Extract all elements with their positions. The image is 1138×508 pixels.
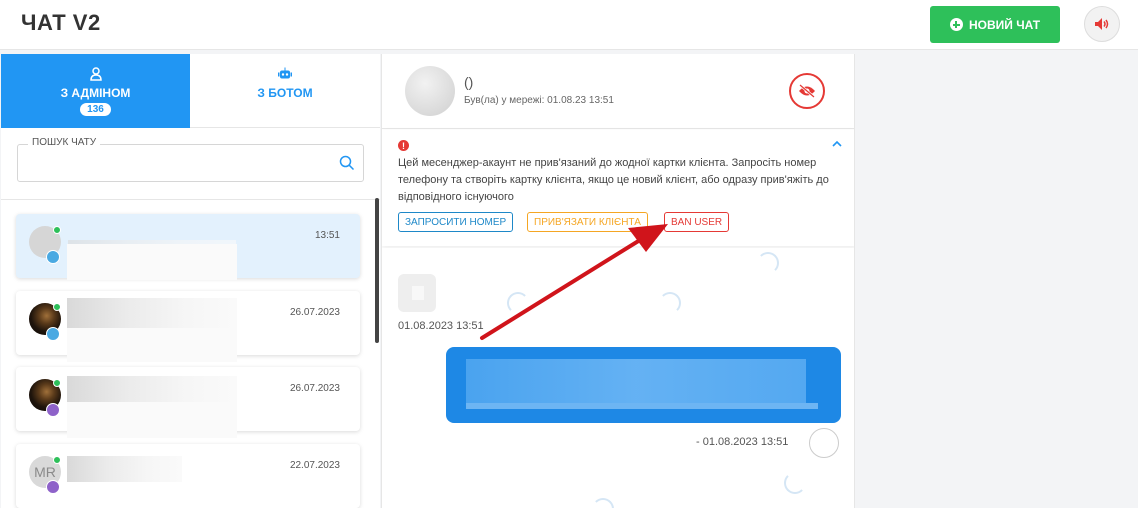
chevron-up-icon[interactable] bbox=[832, 140, 842, 147]
redacted-attachment bbox=[412, 286, 424, 300]
sound-toggle-button[interactable] bbox=[1084, 6, 1120, 42]
redacted-name bbox=[67, 298, 237, 328]
online-indicator bbox=[53, 456, 61, 464]
search-icon[interactable] bbox=[339, 155, 355, 171]
plus-circle-icon bbox=[949, 18, 963, 31]
tab-with-bot[interactable]: З БОТОМ bbox=[190, 54, 380, 128]
telegram-icon bbox=[46, 327, 60, 341]
exclamation-icon: ! bbox=[398, 140, 409, 151]
contact-last-seen: Був(ла) у мережі: 01.08.23 13:51 bbox=[464, 95, 614, 106]
viber-icon bbox=[46, 403, 60, 417]
background-decoration bbox=[784, 472, 806, 494]
sender-avatar bbox=[809, 428, 839, 458]
page-title: ЧАТ V2 bbox=[21, 10, 101, 35]
speaker-icon bbox=[1095, 18, 1109, 30]
redacted-name bbox=[67, 376, 237, 402]
background-decoration bbox=[659, 292, 681, 314]
tab-with-admin-label: З АДМІНОМ bbox=[60, 85, 131, 100]
header-divider bbox=[382, 128, 854, 129]
unlinked-account-warning: ! Цей месенджер-акаунт не прив'язаний до… bbox=[382, 130, 854, 246]
online-indicator bbox=[53, 379, 61, 387]
ban-toggle-button[interactable] bbox=[789, 73, 825, 109]
search-label: ПОШУК ЧАТУ bbox=[28, 137, 101, 148]
online-indicator bbox=[53, 226, 61, 234]
robot-icon bbox=[278, 67, 292, 79]
background-decoration bbox=[757, 252, 779, 274]
redacted-message-text bbox=[466, 359, 806, 407]
redacted-name bbox=[67, 456, 182, 482]
message-area: 01.08.2023 13:51 - 01.08.2023 13:51 bbox=[382, 248, 854, 508]
new-chat-label: НОВИЙ ЧАТ bbox=[968, 17, 1041, 32]
chat-time: 26.07.2023 bbox=[289, 383, 340, 394]
outgoing-message bbox=[446, 347, 841, 423]
chat-time: 22.07.2023 bbox=[289, 460, 340, 471]
incoming-message-time: 01.08.2023 13:51 bbox=[398, 320, 484, 332]
chat-time: 26.07.2023 bbox=[289, 307, 340, 318]
background-decoration bbox=[507, 292, 529, 314]
telegram-icon bbox=[46, 250, 60, 264]
outgoing-message-time: - 01.08.2023 13:51 bbox=[696, 436, 789, 448]
redacted-name bbox=[67, 244, 237, 280]
chat-list-scrollbar[interactable] bbox=[375, 198, 379, 343]
redacted-name bbox=[67, 328, 237, 362]
new-chat-button[interactable]: НОВИЙ ЧАТ bbox=[930, 6, 1060, 43]
viber-icon bbox=[46, 480, 60, 494]
online-indicator bbox=[53, 303, 61, 311]
chat-list-panel: З АДМІНОМ 136 З БОТОМ ПОШУК ЧАТУ 13:51 2… bbox=[1, 54, 380, 508]
contact-name: () bbox=[464, 74, 474, 90]
redacted-message-text bbox=[466, 403, 818, 409]
contact-avatar bbox=[405, 66, 455, 116]
empty-area bbox=[856, 54, 1138, 508]
unread-count-badge: 136 bbox=[80, 102, 111, 116]
incoming-message bbox=[398, 274, 436, 312]
background-decoration bbox=[592, 498, 614, 508]
tab-with-admin[interactable]: З АДМІНОМ 136 bbox=[1, 54, 190, 128]
list-divider bbox=[1, 199, 380, 200]
conversation-panel: () Був(ла) у мережі: 01.08.23 13:51 ! Це… bbox=[381, 54, 855, 508]
request-number-button[interactable]: ЗАПРОСИТИ НОМЕР bbox=[398, 212, 514, 232]
ban-user-button[interactable]: BAN USER bbox=[664, 212, 730, 232]
link-client-button[interactable]: ПРИВ'ЯЗАТИ КЛІЄНТА bbox=[527, 212, 648, 232]
redacted-name bbox=[67, 402, 237, 438]
warning-text: Цей месенджер-акаунт не прив'язаний до ж… bbox=[398, 157, 829, 203]
tab-with-bot-label: З БОТОМ bbox=[257, 86, 313, 100]
user-icon bbox=[89, 66, 102, 81]
search-input[interactable] bbox=[26, 155, 326, 173]
top-header: ЧАТ V2 НОВИЙ ЧАТ bbox=[0, 0, 1138, 50]
chat-time: 13:51 bbox=[314, 230, 340, 241]
chat-search: ПОШУК ЧАТУ bbox=[17, 137, 364, 182]
eye-off-icon bbox=[799, 84, 815, 98]
